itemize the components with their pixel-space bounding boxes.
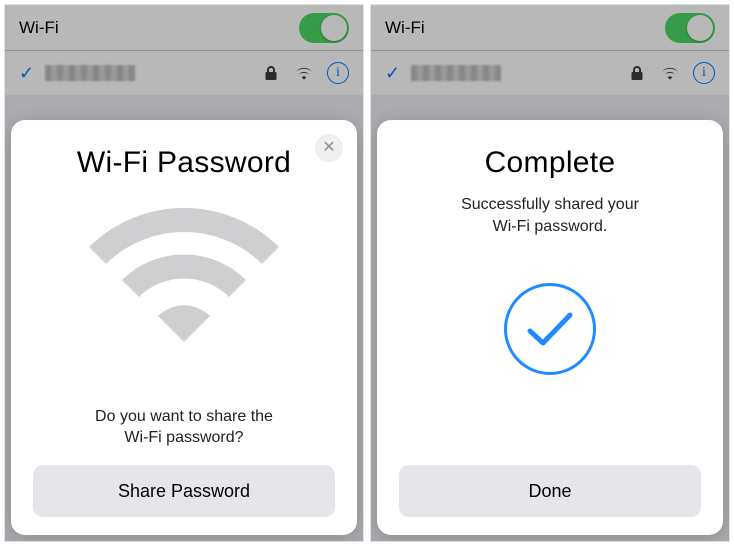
screen-complete: Wi-Fi ✓ i Complete Successfully shared y… [370, 4, 730, 542]
wifi-large-icon [89, 202, 279, 347]
complete-sheet: Complete Successfully shared your Wi-Fi … [377, 120, 723, 535]
prompt-text: Do you want to share the Wi-Fi password? [95, 406, 273, 449]
screen-share-prompt: Wi-Fi ✓ i ✕ Wi-Fi Password Do you want [4, 4, 364, 542]
close-button[interactable]: ✕ [315, 134, 343, 162]
share-password-sheet: ✕ Wi-Fi Password Do you want to share th… [11, 120, 357, 535]
sheet-title: Wi-Fi Password [77, 146, 291, 180]
sheet-title: Complete [485, 146, 616, 180]
share-password-button[interactable]: Share Password [33, 465, 335, 517]
success-subtitle: Successfully shared your Wi-Fi password. [461, 194, 639, 237]
done-button[interactable]: Done [399, 465, 701, 517]
success-check-icon [504, 283, 596, 375]
